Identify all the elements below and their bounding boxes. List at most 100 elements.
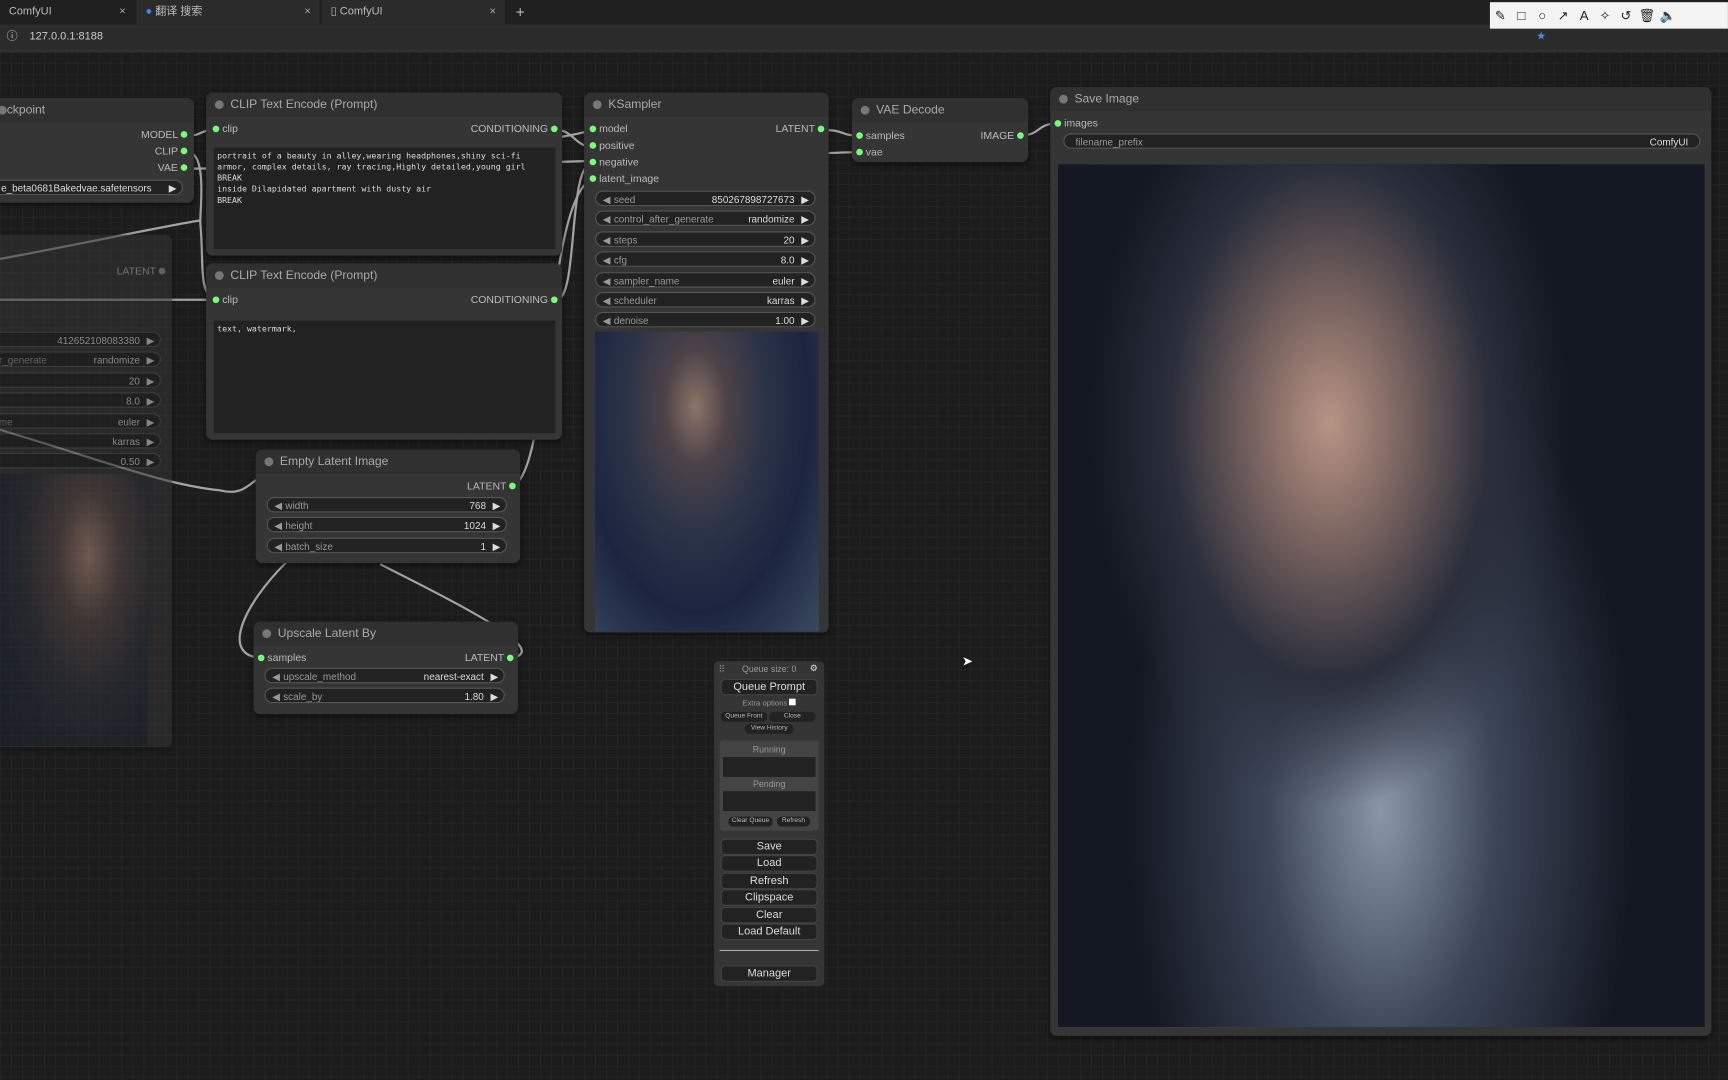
widget-field[interactable]: karras ▶ [0,433,161,449]
slot-dot[interactable] [158,268,166,275]
input-samples[interactable]: samples [257,652,306,665]
slot-dot[interactable] [589,175,597,183]
output-latent[interactable]: LATENT [776,123,825,136]
arrow-left-icon[interactable]: ◀ [603,273,611,288]
input-samples[interactable]: samples [856,130,905,142]
arrow-right-icon[interactable]: ▶ [801,192,809,207]
queue-prompt-button[interactable]: Queue Prompt [720,678,818,696]
arrow-right-icon[interactable]: ▶ [147,454,155,469]
output-latent[interactable]: LATENT [117,266,166,278]
widget-height[interactable]: ◀ height 1024 ▶ [266,517,507,533]
widget-sampler-name[interactable]: ◀ sampler_name euler ▶ [595,271,816,288]
arrow-right-icon[interactable]: ▶ [147,414,155,429]
widget-batch-size[interactable]: ◀ batch_size 1 ▶ [266,537,507,554]
slot-dot[interactable] [589,126,597,133]
widget-upscale-method[interactable]: ◀ upscale_method nearest-exact ▶ [264,667,505,684]
output-clip[interactable]: CLIP [155,145,188,158]
close-button[interactable]: Close [769,711,816,722]
widget-field[interactable]: 20 ▶ [0,372,161,388]
input-images[interactable]: images [1054,118,1098,130]
arrow-right-icon[interactable]: ▶ [801,273,809,288]
arrow-right-icon[interactable]: ▶ [147,353,155,368]
output-latent[interactable]: LATENT [467,480,516,493]
extra-options-checkbox[interactable] [789,698,797,706]
input-vae[interactable]: vae [856,147,883,159]
arrow-right-icon[interactable]: ▶ [147,394,155,409]
arrow-right-icon[interactable]: ▶ [801,232,809,247]
arrow-right-icon[interactable]: ▶ [147,434,155,449]
load-default-button[interactable]: Load Default [720,923,818,941]
node-ksampler-secondary[interactable]: LATENT 412652108083380 ▶ r_generate randomi… [0,234,172,748]
node-vae-decode[interactable]: VAE Decode samples vae IMAGE [851,98,1029,162]
arrow-right-icon[interactable]: ▶ [493,518,501,533]
widget-field[interactable]: r_generate randomize ▶ [0,351,161,368]
output-vae[interactable]: VAE [158,162,188,174]
arrow-left-icon[interactable]: ◀ [274,539,282,554]
output-conditioning[interactable]: CONDITIONING [471,294,558,306]
queue-front-button[interactable]: Queue Front [720,711,767,722]
widget-field[interactable]: me euler ▶ [0,412,161,429]
node-upscale-latent-by[interactable]: Upscale Latent By samples LATENT ◀ upscal… [253,621,518,715]
refresh-button[interactable]: Refresh [720,872,818,890]
input-latent-image[interactable]: latent_image [589,173,659,185]
arrow-left-icon[interactable]: ◀ [603,212,611,227]
arrow-left-icon[interactable]: ◀ [272,689,280,704]
view-history-button[interactable]: View History [744,724,794,734]
clear-queue-button[interactable]: Clear Queue [728,816,773,827]
widget-cfg[interactable]: ◀ cfg 8.0 ▶ [595,251,816,268]
refresh-queue-button[interactable]: Refresh [776,816,810,827]
widget-field[interactable]: 8.0 ▶ [0,392,161,409]
prompt-textarea[interactable]: portrait of a beauty in alley,wearing he… [213,147,556,250]
arrow-left-icon[interactable]: ◀ [603,253,611,268]
slot-dot[interactable] [856,149,863,156]
arrow-right-icon[interactable]: ▶ [147,373,155,388]
input-model[interactable]: model [589,123,628,136]
slot-dot[interactable] [212,296,220,304]
slot-dot[interactable] [1017,132,1024,140]
arrow-right-icon[interactable]: ▶ [801,212,809,227]
clipspace-button[interactable]: Clipspace [720,889,818,907]
widget-field[interactable]: 412652108083380 ▶ [0,331,161,348]
arrow-right-icon[interactable]: ▶ [801,293,809,308]
arrow-right-icon[interactable]: ▶ [493,498,501,513]
arrow-right-icon[interactable]: ▶ [801,313,809,328]
widget-denoise[interactable]: ◀ denoise 1.00 ▶ [595,312,816,328]
slot-dot[interactable] [1054,120,1062,128]
widget-control-after-generate[interactable]: ◀ control_after_generate randomize ▶ [595,210,816,227]
arrow-left-icon[interactable]: ◀ [274,498,282,513]
slot-dot[interactable] [180,148,188,155]
arrow-left-icon[interactable]: ◀ [603,192,611,207]
pending-list[interactable] [722,791,816,812]
gear-icon[interactable]: ⚙ [810,663,818,673]
node-load-checkpoint[interactable]: eckpoint MODEL CLIP VAE e_beta0681Bakedv… [0,98,194,203]
slot-dot[interactable] [589,142,597,150]
arrow-right-icon[interactable]: ▶ [490,669,498,684]
node-empty-latent-image[interactable]: Empty Latent Image LATENT ◀ width 768 ▶ ◀ hei… [255,449,521,564]
slot-dot[interactable] [506,655,514,662]
widget-seed[interactable]: ◀ seed 850267898727673 ▶ [595,190,816,207]
slot-dot[interactable] [551,126,558,133]
negative-prompt-textarea[interactable]: text, watermark, [213,320,556,434]
extra-options[interactable]: Extra options [714,698,824,707]
output-latent[interactable]: LATENT [465,652,514,665]
input-negative[interactable]: negative [589,156,639,169]
slot-dot[interactable] [180,164,188,172]
slot-dot[interactable] [551,296,558,304]
widget-scale-by[interactable]: ◀ scale_by 1.80 ▶ [264,688,505,704]
filename-prefix-widget[interactable]: filename_prefix ComfyUI [1063,133,1701,149]
input-clip[interactable]: clip [212,294,238,306]
arrow-right-icon[interactable]: ▶ [801,253,809,268]
arrow-right-icon[interactable]: ▶ [490,689,498,704]
slot-dot[interactable] [856,132,863,140]
arrow-right-icon[interactable]: ▶ [147,333,155,348]
widget-width[interactable]: ◀ width 768 ▶ [266,497,507,513]
slot-dot[interactable] [212,126,220,133]
arrow-right-icon[interactable]: ▶ [169,181,177,196]
arrow-right-icon[interactable]: ▶ [493,539,501,554]
manager-button[interactable]: Manager [720,965,818,982]
widget-field[interactable]: 0.50 ▶ [0,453,161,469]
ckpt-name-widget[interactable]: e_beta0681Bakedvae.safetensors ▶ [0,179,183,196]
save-button[interactable]: Save [720,838,818,856]
arrow-left-icon[interactable]: ◀ [274,518,282,533]
input-positive[interactable]: positive [589,140,635,152]
